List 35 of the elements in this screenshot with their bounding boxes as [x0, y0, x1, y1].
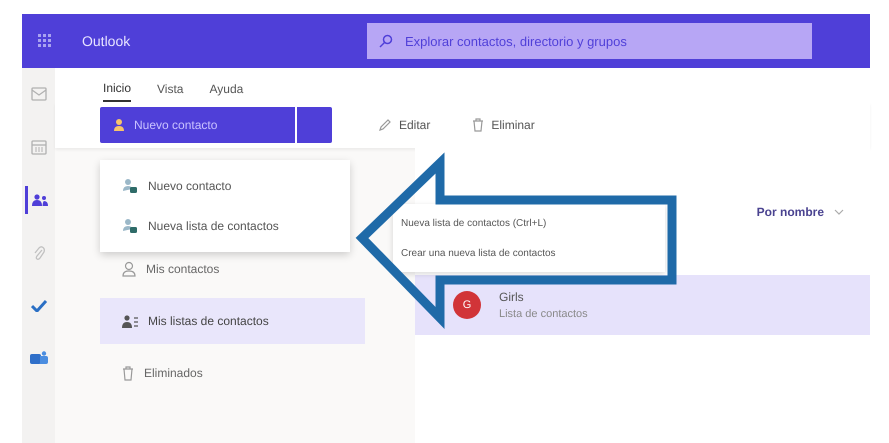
- people-list-icon: [122, 314, 138, 328]
- app-launcher-icon[interactable]: [38, 34, 52, 48]
- toolbar-button[interactable]: Eliminar: [466, 117, 541, 133]
- menu-item[interactable]: Nuevo contacto: [100, 166, 350, 206]
- chevron-down-icon: [834, 208, 844, 214]
- checkmark-icon: [30, 300, 46, 312]
- people-icon: [32, 194, 48, 206]
- contact-row[interactable]: G Girls Lista de contactos: [415, 275, 870, 335]
- toolbar-button[interactable]: Editar: [372, 117, 436, 133]
- person-add-icon: [122, 178, 138, 194]
- pencil-icon: [378, 118, 392, 132]
- person-icon: [122, 261, 136, 277]
- contact-name: Girls: [499, 290, 525, 304]
- search-field[interactable]: Explorar contactos, directorio y grupos: [367, 23, 812, 59]
- mail-icon: [30, 87, 46, 101]
- ribbon-tab[interactable]: Vista: [157, 76, 184, 102]
- app-title: Outlook: [82, 33, 132, 49]
- tooltip-title: Nueva lista de contactos (Ctrl+L): [401, 218, 548, 228]
- tooltip-text: Crear una nueva lista de contactos: [401, 248, 557, 258]
- person-add-icon: [122, 218, 138, 234]
- chat-app-icon: [30, 351, 48, 367]
- menu-item[interactable]: Nueva lista de contactos: [100, 206, 350, 246]
- folder-item[interactable]: Mis contactos: [100, 246, 365, 292]
- trash-icon: [472, 118, 484, 132]
- paperclip-icon: [32, 245, 44, 261]
- calendar-icon: [30, 140, 46, 154]
- folder-item[interactable]: Eliminados: [100, 350, 365, 396]
- avatar: G: [453, 291, 481, 319]
- folder-item[interactable]: Mis listas de contactos: [100, 298, 365, 344]
- new-contact-button[interactable]: Nuevo contacto: [100, 107, 295, 143]
- trash-icon: [122, 366, 134, 380]
- contact-subtitle: Lista de contactos: [499, 308, 588, 320]
- sort-dropdown[interactable]: Por nombre: [750, 204, 850, 220]
- person-add-icon: [114, 118, 126, 132]
- ribbon-tab[interactable]: Ayuda: [209, 76, 244, 102]
